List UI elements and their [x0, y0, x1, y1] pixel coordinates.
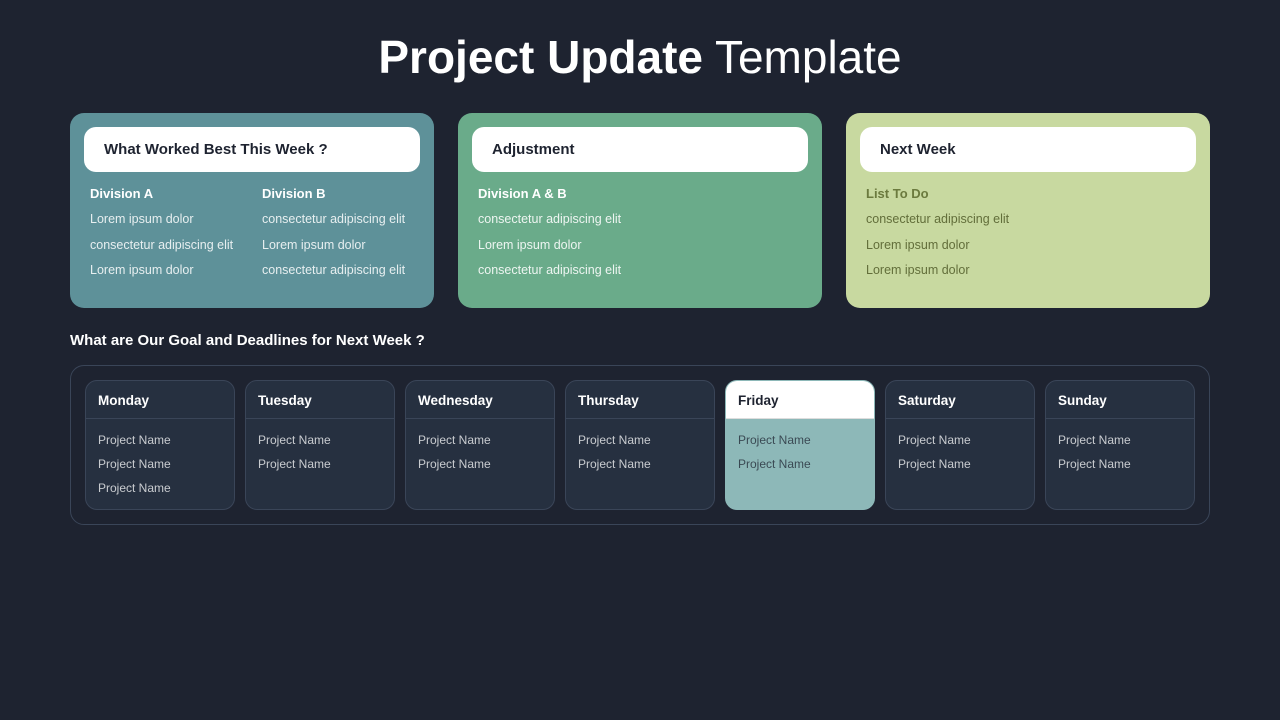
- day-thursday: Thursday Project Name Project Name: [565, 380, 715, 510]
- division-a-item-1: Lorem ipsum dolor: [90, 211, 242, 229]
- day-friday: Friday Project Name Project Name: [725, 380, 875, 510]
- goals-label: What are Our Goal and Deadlines for Next…: [70, 332, 1210, 349]
- saturday-project-2: Project Name: [898, 457, 1022, 471]
- card-title-next-week: Next Week: [880, 141, 1176, 158]
- top-cards-row: What Worked Best This Week ? Division A …: [70, 113, 1210, 308]
- friday-project-2: Project Name: [738, 457, 862, 471]
- division-ab-item-3: consectetur adipiscing elit: [478, 262, 802, 280]
- friday-project-1: Project Name: [738, 433, 862, 447]
- day-name-tuesday: Tuesday: [258, 393, 382, 408]
- day-body-wednesday: Project Name Project Name: [406, 419, 554, 485]
- day-name-thursday: Thursday: [578, 393, 702, 408]
- division-b-col: Division B consectetur adipiscing elit L…: [262, 186, 414, 288]
- thursday-project-2: Project Name: [578, 457, 702, 471]
- card-body-adjustment: Division A & B consectetur adipiscing el…: [472, 186, 808, 294]
- card-adjustment: Adjustment Division A & B consectetur ad…: [458, 113, 822, 308]
- division-a-item-2: consectetur adipiscing elit: [90, 237, 242, 255]
- weekly-grid: Monday Project Name Project Name Project…: [85, 380, 1195, 510]
- day-body-thursday: Project Name Project Name: [566, 419, 714, 485]
- weekly-outer: Monday Project Name Project Name Project…: [70, 365, 1210, 525]
- day-saturday: Saturday Project Name Project Name: [885, 380, 1035, 510]
- page-title: Project Update Template: [70, 30, 1210, 85]
- division-ab-title: Division A & B: [478, 186, 802, 201]
- list-todo-item-2: Lorem ipsum dolor: [866, 237, 1190, 255]
- day-wednesday: Wednesday Project Name Project Name: [405, 380, 555, 510]
- monday-project-1: Project Name: [98, 433, 222, 447]
- division-b-item-3: consectetur adipiscing elit: [262, 262, 414, 280]
- day-header-tuesday: Tuesday: [246, 381, 394, 419]
- thursday-project-1: Project Name: [578, 433, 702, 447]
- list-todo-item-3: Lorem ipsum dolor: [866, 262, 1190, 280]
- day-name-monday: Monday: [98, 393, 222, 408]
- division-ab-col: Division A & B consectetur adipiscing el…: [478, 186, 802, 280]
- day-name-friday: Friday: [738, 393, 862, 408]
- day-header-wednesday: Wednesday: [406, 381, 554, 419]
- card-what-worked: What Worked Best This Week ? Division A …: [70, 113, 434, 308]
- list-todo-item-1: consectetur adipiscing elit: [866, 211, 1190, 229]
- page-wrapper: Project Update Template What Worked Best…: [0, 0, 1280, 720]
- card-next-week: Next Week List To Do consectetur adipisc…: [846, 113, 1210, 308]
- monday-project-2: Project Name: [98, 457, 222, 471]
- day-header-friday: Friday: [726, 381, 874, 419]
- day-monday: Monday Project Name Project Name Project…: [85, 380, 235, 510]
- day-body-sunday: Project Name Project Name: [1046, 419, 1194, 485]
- division-a-col: Division A Lorem ipsum dolor consectetur…: [90, 186, 242, 288]
- division-b-item-2: Lorem ipsum dolor: [262, 237, 414, 255]
- wednesday-project-1: Project Name: [418, 433, 542, 447]
- tuesday-project-2: Project Name: [258, 457, 382, 471]
- card-header-what-worked: What Worked Best This Week ?: [84, 127, 420, 172]
- card-title-adjustment: Adjustment: [492, 141, 788, 158]
- day-header-sunday: Sunday: [1046, 381, 1194, 419]
- tuesday-project-1: Project Name: [258, 433, 382, 447]
- division-b-item-1: consectetur adipiscing elit: [262, 211, 414, 229]
- day-header-monday: Monday: [86, 381, 234, 419]
- day-header-thursday: Thursday: [566, 381, 714, 419]
- day-sunday: Sunday Project Name Project Name: [1045, 380, 1195, 510]
- day-name-wednesday: Wednesday: [418, 393, 542, 408]
- division-ab-item-1: consectetur adipiscing elit: [478, 211, 802, 229]
- day-header-saturday: Saturday: [886, 381, 1034, 419]
- day-body-friday: Project Name Project Name: [726, 419, 874, 485]
- title-bold: Project Update: [378, 31, 703, 83]
- title-light: Template: [703, 31, 902, 83]
- card-header-adjustment: Adjustment: [472, 127, 808, 172]
- day-body-tuesday: Project Name Project Name: [246, 419, 394, 485]
- saturday-project-1: Project Name: [898, 433, 1022, 447]
- division-a-item-3: Lorem ipsum dolor: [90, 262, 242, 280]
- day-tuesday: Tuesday Project Name Project Name: [245, 380, 395, 510]
- day-body-saturday: Project Name Project Name: [886, 419, 1034, 485]
- card-body-next-week: List To Do consectetur adipiscing elit L…: [860, 186, 1196, 294]
- card-title-what-worked: What Worked Best This Week ?: [104, 141, 400, 158]
- list-todo-title: List To Do: [866, 186, 1190, 201]
- sunday-project-1: Project Name: [1058, 433, 1182, 447]
- sunday-project-2: Project Name: [1058, 457, 1182, 471]
- day-name-sunday: Sunday: [1058, 393, 1182, 408]
- monday-project-3: Project Name: [98, 481, 222, 495]
- day-name-saturday: Saturday: [898, 393, 1022, 408]
- division-ab-item-2: Lorem ipsum dolor: [478, 237, 802, 255]
- list-todo-col: List To Do consectetur adipiscing elit L…: [866, 186, 1190, 280]
- card-header-next-week: Next Week: [860, 127, 1196, 172]
- division-a-title: Division A: [90, 186, 242, 201]
- day-body-monday: Project Name Project Name Project Name: [86, 419, 234, 509]
- wednesday-project-2: Project Name: [418, 457, 542, 471]
- card-body-what-worked: Division A Lorem ipsum dolor consectetur…: [84, 186, 420, 294]
- division-b-title: Division B: [262, 186, 414, 201]
